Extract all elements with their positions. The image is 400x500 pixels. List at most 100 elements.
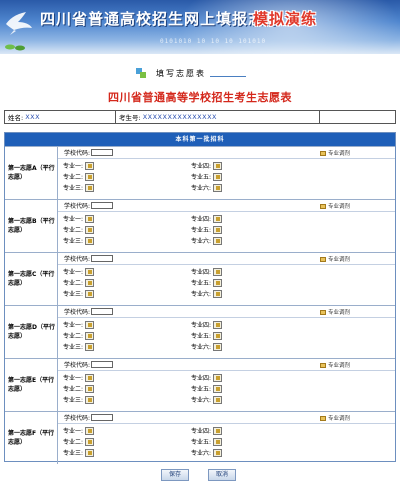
cancel-button[interactable]: 取消 (208, 469, 236, 481)
school-code-label: 学校代码: (64, 150, 91, 157)
major-select-button[interactable] (85, 267, 95, 276)
select-icon (215, 185, 220, 190)
school-code-input[interactable] (91, 149, 114, 156)
major-select-button[interactable] (213, 448, 223, 457)
select-icon (87, 269, 92, 274)
major-select-button[interactable] (213, 437, 223, 446)
school-code-input[interactable] (91, 308, 114, 315)
major-select-button[interactable] (213, 373, 223, 382)
major-select-button[interactable] (85, 448, 95, 457)
school-code-input[interactable] (91, 202, 114, 209)
select-icon (215, 174, 220, 179)
select-icon (215, 344, 220, 349)
major-field: 专业四: (191, 373, 223, 382)
major-select-button[interactable] (85, 331, 95, 340)
major-field: 专业六: (191, 183, 223, 192)
major-label: 专业六: (191, 185, 212, 192)
major-label: 专业六: (191, 344, 212, 351)
major-label: 专业六: (191, 238, 212, 245)
school-code-input[interactable] (91, 255, 114, 262)
major-label: 专业六: (191, 450, 212, 457)
major-select-button[interactable] (213, 331, 223, 340)
major-adjust-label: 专业调剂 (328, 151, 351, 157)
major-field: 专业六: (191, 342, 223, 351)
major-label: 专业二: (63, 227, 84, 234)
major-select-button[interactable] (213, 342, 223, 351)
major-select-button[interactable] (85, 320, 95, 329)
select-icon (215, 280, 220, 285)
major-field: 专业五: (191, 384, 223, 393)
choice-block: 第一志愿F（平行志愿） 学校代码: 专业调剂 专业一: 专业二: 专业三: 专业四: 专业五:… (5, 411, 395, 464)
major-label: 专业五: (191, 386, 212, 393)
header-underline (210, 75, 246, 77)
major-label: 专业四: (191, 375, 212, 382)
major-select-button[interactable] (213, 426, 223, 435)
select-icon (215, 291, 220, 296)
folder-icon (320, 256, 326, 262)
major-label: 专业六: (191, 291, 212, 298)
folder-icon (320, 362, 326, 368)
major-label: 专业四: (191, 163, 212, 170)
major-select-button[interactable] (85, 426, 95, 435)
major-select-button[interactable] (85, 395, 95, 404)
major-select-button[interactable] (213, 267, 223, 276)
school-code-input[interactable] (91, 361, 114, 368)
major-field: 专业三: (63, 289, 95, 298)
major-select-button[interactable] (213, 236, 223, 245)
major-field: 专业二: (63, 225, 95, 234)
major-select-button[interactable] (213, 214, 223, 223)
major-select-button[interactable] (85, 236, 95, 245)
major-select-button[interactable] (85, 289, 95, 298)
major-select-button[interactable] (85, 278, 95, 287)
select-icon (87, 280, 92, 285)
major-field: 专业四: (191, 161, 223, 170)
major-select-button[interactable] (85, 437, 95, 446)
major-select-button[interactable] (213, 395, 223, 404)
select-icon (215, 375, 220, 380)
major-adjust-button[interactable]: 专业调剂 (320, 308, 350, 316)
major-label: 专业一: (63, 163, 84, 170)
major-select-button[interactable] (85, 172, 95, 181)
major-select-button[interactable] (85, 214, 95, 223)
major-field: 专业四: (191, 426, 223, 435)
major-field: 专业五: (191, 278, 223, 287)
major-field: 专业六: (191, 236, 223, 245)
major-adjust-button[interactable]: 专业调剂 (320, 255, 350, 263)
dove-logo-icon (6, 12, 32, 35)
major-label: 专业一: (63, 428, 84, 435)
select-icon (87, 163, 92, 168)
major-adjust-label: 专业调剂 (328, 257, 351, 263)
choice-label: 第一志愿B（平行志愿） (5, 200, 58, 252)
major-select-button[interactable] (85, 225, 95, 234)
major-select-button[interactable] (213, 320, 223, 329)
school-code-input[interactable] (91, 414, 114, 421)
name-cell: 姓名: XXX (5, 111, 116, 123)
major-field: 专业五: (191, 437, 223, 446)
major-adjust-button[interactable]: 专业调剂 (320, 414, 350, 422)
folder-icon (320, 203, 326, 209)
major-label: 专业六: (191, 397, 212, 404)
select-icon (215, 386, 220, 391)
major-select-button[interactable] (213, 172, 223, 181)
major-select-button[interactable] (213, 278, 223, 287)
major-select-button[interactable] (85, 183, 95, 192)
major-select-button[interactable] (213, 161, 223, 170)
major-select-button[interactable] (85, 342, 95, 351)
save-button[interactable]: 保存 (161, 469, 189, 481)
major-select-button[interactable] (213, 225, 223, 234)
major-select-button[interactable] (213, 183, 223, 192)
major-field: 专业五: (191, 225, 223, 234)
select-icon (215, 333, 220, 338)
major-select-button[interactable] (213, 289, 223, 298)
select-icon (87, 397, 92, 402)
major-adjust-button[interactable]: 专业调剂 (320, 202, 350, 210)
major-select-button[interactable] (85, 161, 95, 170)
select-icon (215, 227, 220, 232)
major-adjust-button[interactable]: 专业调剂 (320, 149, 350, 157)
select-icon (215, 238, 220, 243)
major-select-button[interactable] (85, 373, 95, 382)
major-select-button[interactable] (85, 384, 95, 393)
major-select-button[interactable] (213, 384, 223, 393)
major-adjust-button[interactable]: 专业调剂 (320, 361, 350, 369)
select-icon (215, 269, 220, 274)
